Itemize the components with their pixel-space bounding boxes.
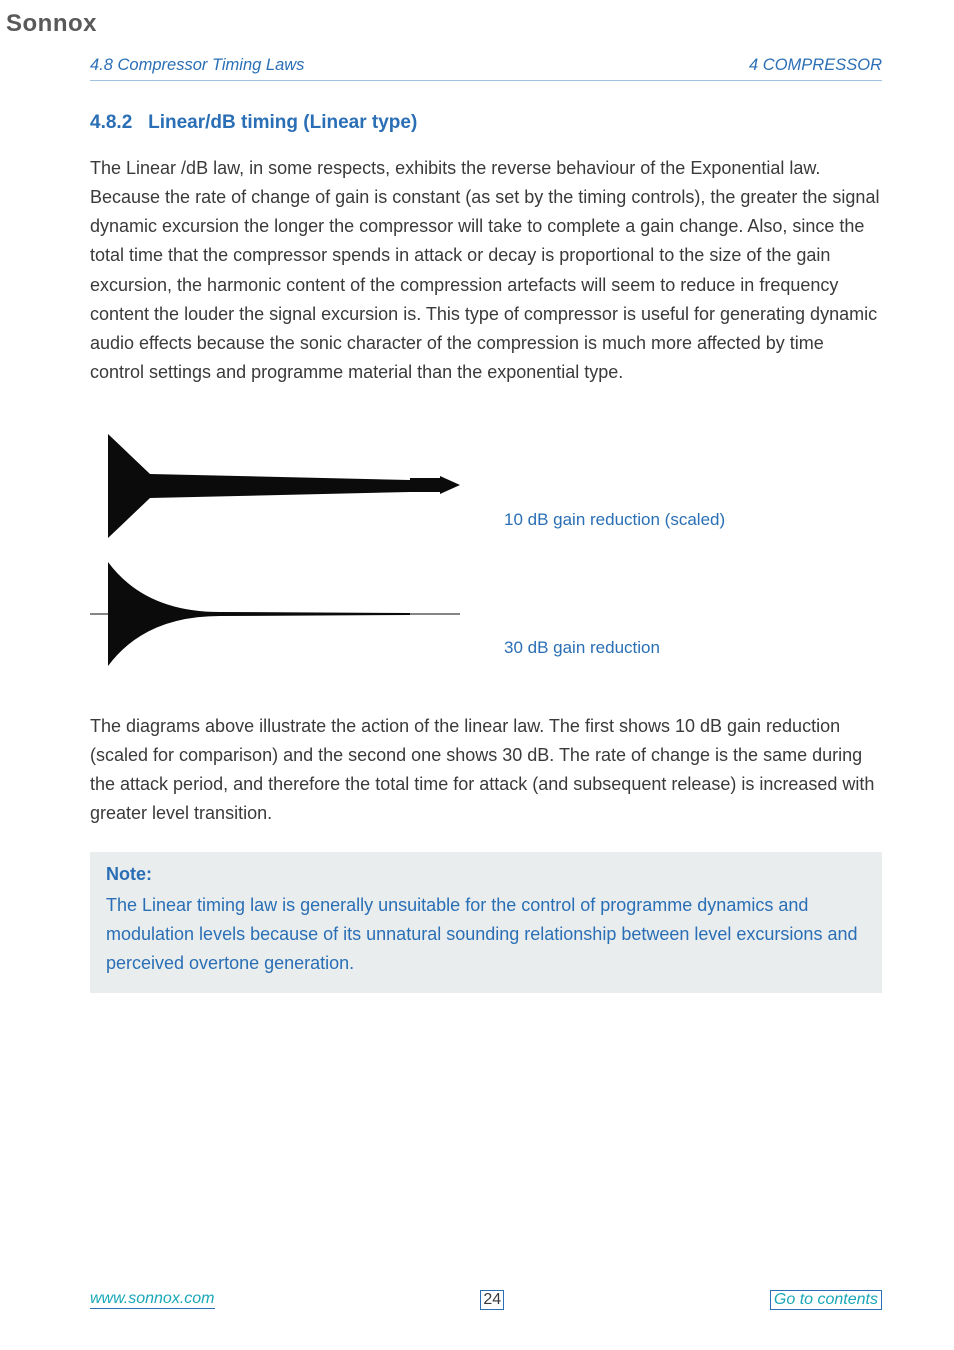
footer-right-text: Go to contents xyxy=(770,1290,882,1310)
page: Sonnox 4.8 Compressor Timing Laws 4 COMP… xyxy=(0,0,954,1350)
header-right: 4 COMPRESSOR xyxy=(749,56,882,75)
figure-2-caption: 30 dB gain reduction xyxy=(504,638,660,658)
figures: 10 dB gain reduction (scaled) 30 dB gain… xyxy=(90,434,882,690)
section-number: 4.8.2 xyxy=(90,112,132,133)
section-title: Linear/dB timing (Linear type) xyxy=(148,112,417,133)
page-number: 24 xyxy=(480,1290,504,1310)
footer-right-link[interactable]: Go to contents xyxy=(770,1290,882,1310)
figure-1-caption: 10 dB gain reduction (scaled) xyxy=(504,510,725,530)
header-left: 4.8 Compressor Timing Laws xyxy=(90,56,304,75)
footer: www.sonnox.com 24 Go to contents xyxy=(90,1290,882,1310)
figure-1-graphic xyxy=(90,434,460,538)
page-number-value: 24 xyxy=(480,1290,504,1310)
header-rule xyxy=(90,80,882,81)
paragraph-2: The diagrams above illustrate the action… xyxy=(90,712,882,829)
note-title: Note: xyxy=(106,864,866,885)
brand-logo: Sonnox xyxy=(6,10,97,38)
note-text: The Linear timing law is generally unsui… xyxy=(106,891,866,977)
running-header: 4.8 Compressor Timing Laws 4 COMPRESSOR xyxy=(90,56,882,75)
footer-left-text: www.sonnox.com xyxy=(90,1290,215,1309)
paragraph-1: The Linear /dB law, in some respects, ex… xyxy=(90,154,882,387)
figure-row-2: 30 dB gain reduction xyxy=(90,562,882,666)
note-box: Note: The Linear timing law is generally… xyxy=(90,852,882,993)
section-heading: 4.8.2 Linear/dB timing (Linear type) xyxy=(90,112,417,134)
footer-left-link[interactable]: www.sonnox.com xyxy=(90,1290,215,1310)
figure-row-1: 10 dB gain reduction (scaled) xyxy=(90,434,882,538)
figure-2-graphic xyxy=(90,562,460,666)
